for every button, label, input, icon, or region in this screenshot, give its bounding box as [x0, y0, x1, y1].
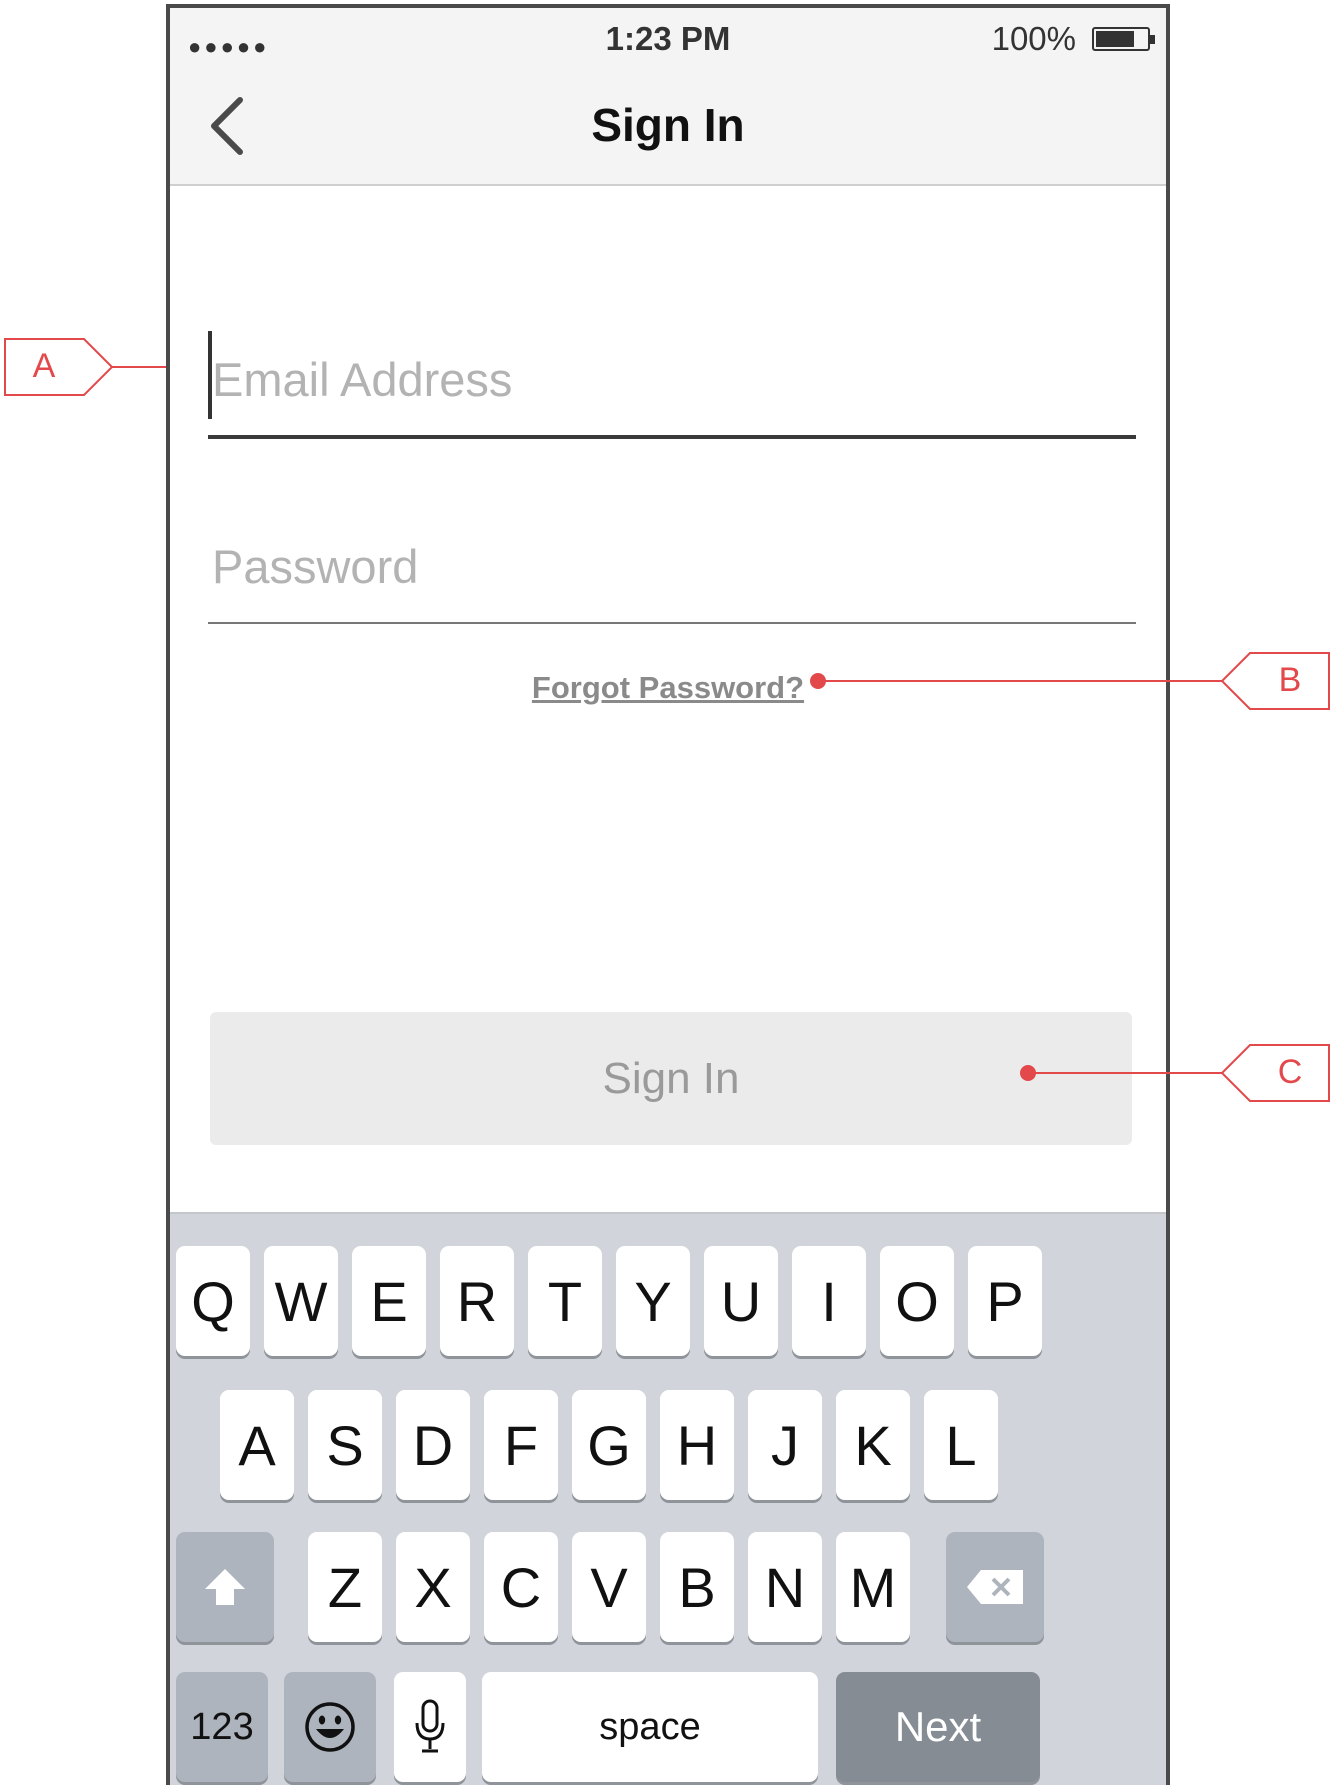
key-o[interactable]: O	[880, 1246, 954, 1356]
annotation-tag-a: A	[4, 338, 114, 396]
navigation-bar: ●●●●● 1:23 PM 100% Sign In	[170, 8, 1166, 186]
microphone-key[interactable]	[394, 1672, 466, 1782]
phone-frame: ●●●●● 1:23 PM 100% Sign In Email Address…	[166, 4, 1170, 1785]
key-z[interactable]: Z	[308, 1532, 382, 1642]
key-r[interactable]: R	[440, 1246, 514, 1356]
annotation-label-b: B	[1278, 661, 1302, 699]
annotation-dot-c	[1020, 1065, 1036, 1081]
shift-arrow-icon	[205, 1569, 245, 1605]
key-l[interactable]: L	[924, 1390, 998, 1500]
annotation-line-c	[1030, 1072, 1222, 1074]
battery-percent: 100%	[991, 20, 1076, 57]
key-q[interactable]: Q	[176, 1246, 250, 1356]
shift-key[interactable]	[176, 1532, 274, 1642]
next-key[interactable]: Next	[836, 1672, 1040, 1782]
key-w[interactable]: W	[264, 1246, 338, 1356]
key-j[interactable]: J	[748, 1390, 822, 1500]
delete-key[interactable]	[946, 1532, 1044, 1642]
key-y[interactable]: Y	[616, 1246, 690, 1356]
key-u[interactable]: U	[704, 1246, 778, 1356]
annotation-tag-c: C	[1220, 1044, 1330, 1102]
key-s[interactable]: S	[308, 1390, 382, 1500]
microphone-icon	[415, 1699, 445, 1753]
password-placeholder[interactable]: Password	[212, 539, 418, 594]
numbers-key[interactable]: 123	[176, 1672, 268, 1782]
emoji-icon	[305, 1702, 355, 1752]
key-d[interactable]: D	[396, 1390, 470, 1500]
key-t[interactable]: T	[528, 1246, 602, 1356]
key-i[interactable]: I	[792, 1246, 866, 1356]
annotation-dot-b	[810, 673, 826, 689]
page-title: Sign In	[591, 99, 745, 151]
key-v[interactable]: V	[572, 1532, 646, 1642]
backspace-icon	[967, 1570, 1023, 1604]
key-x[interactable]: X	[396, 1532, 470, 1642]
key-h[interactable]: H	[660, 1390, 734, 1500]
key-m[interactable]: M	[836, 1532, 910, 1642]
key-b[interactable]: B	[660, 1532, 734, 1642]
forgot-password-link[interactable]: Forgot Password?	[170, 670, 1166, 706]
key-p[interactable]: P	[968, 1246, 1042, 1356]
annotation-label-a: A	[32, 347, 56, 385]
key-f[interactable]: F	[484, 1390, 558, 1500]
sign-in-button[interactable]: Sign In	[210, 1012, 1132, 1145]
key-e[interactable]: E	[352, 1246, 426, 1356]
key-c[interactable]: C	[484, 1532, 558, 1642]
annotation-label-c: C	[1277, 1053, 1303, 1091]
key-a[interactable]: A	[220, 1390, 294, 1500]
email-placeholder[interactable]: Email Address	[212, 352, 512, 407]
key-g[interactable]: G	[572, 1390, 646, 1500]
annotation-line-b	[818, 680, 1222, 682]
annotation-tag-b: B	[1220, 652, 1330, 710]
key-k[interactable]: K	[836, 1390, 910, 1500]
emoji-key[interactable]	[284, 1672, 376, 1782]
space-key[interactable]: space	[482, 1672, 818, 1782]
battery-icon	[1092, 27, 1155, 51]
email-underline	[208, 435, 1136, 439]
password-underline	[208, 622, 1136, 624]
key-n[interactable]: N	[748, 1532, 822, 1642]
keyboard: Q W E R T Y U I O P A S D F G H J K L Z …	[170, 1212, 1166, 1785]
